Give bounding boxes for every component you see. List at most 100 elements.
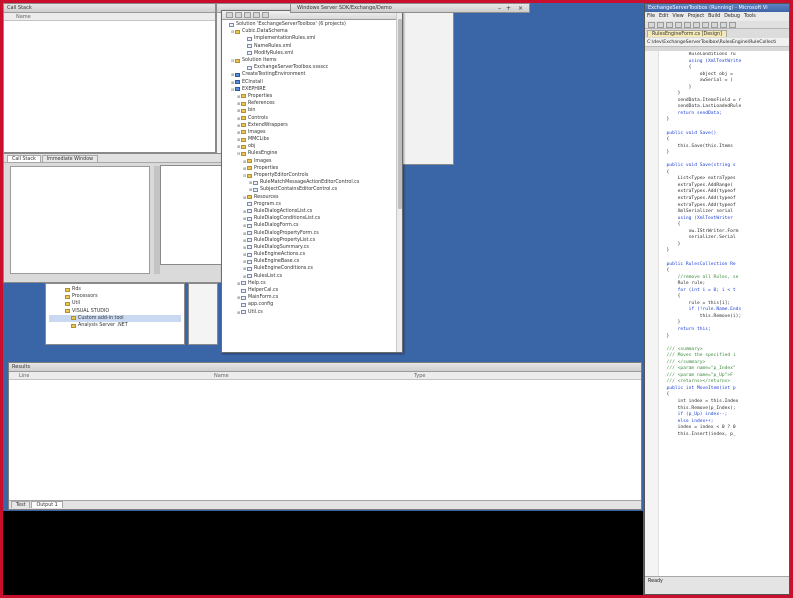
solution-tree-item[interactable]: ⊞ RuleMatchMessageActionEditorControl.cs [225, 179, 399, 186]
solution-tree-item[interactable]: ⊞ References [225, 100, 399, 107]
solution-tree-item[interactable]: ⊞ Properties [225, 165, 399, 172]
object-tree-item[interactable]: Custom add-in tool [49, 314, 181, 322]
vs-path: C:\dev\ExchangeServerToolbox\RulesEngine… [647, 40, 777, 45]
toolbar-open-button[interactable] [657, 22, 664, 28]
solution-tree-item[interactable]: ⊞ RuleEngineActions.cs [225, 251, 399, 258]
toolbar-refresh-button[interactable] [244, 12, 251, 18]
code-gutter [645, 51, 659, 578]
toolbar-save-button[interactable] [666, 22, 673, 28]
tab-call-stack[interactable]: Call Stack [7, 155, 41, 162]
solution-tree-item[interactable]: ⊞ Util.cs [225, 309, 399, 316]
solution-tree-item[interactable]: ⊞ RuleDialogActionsList.cs [225, 208, 399, 215]
toolbar-start-button[interactable] [711, 22, 718, 28]
solution-tree-item-label: Help.cs [248, 280, 266, 286]
solution-tree-item[interactable]: ⊟ EXEPHIRE [225, 86, 399, 93]
file-icon [247, 223, 252, 228]
solution-tree-item[interactable]: ⊞ Images [225, 158, 399, 165]
solution-tree-item[interactable]: ⊞ ExtendWrappers [225, 122, 399, 129]
solution-explorer-scrollbar[interactable] [396, 11, 402, 352]
toolbar-show-all-button[interactable] [235, 12, 242, 18]
toolbar-view-designer-button[interactable] [262, 12, 269, 18]
output-panel-title: Results [9, 363, 641, 372]
object-tree-item[interactable]: Util [49, 300, 181, 307]
solution-tree-item[interactable]: ⊞ CreateTestingEnvironment [225, 71, 399, 78]
designer-surface [160, 165, 225, 265]
minimize-button[interactable]: – [498, 5, 501, 12]
tab-rules-engine-form[interactable]: RulesEngineForm.cs [Design] [647, 30, 727, 37]
close-icon[interactable]: × [518, 5, 523, 12]
solution-tree-item[interactable]: ModifyRules.xml [225, 50, 399, 57]
menu-item[interactable]: Tools [744, 14, 756, 19]
solution-tree-item[interactable]: ⊟ Solution Items [225, 57, 399, 64]
solution-tree-item[interactable]: Solution 'ExchangeServerToolbox' (6 proj… [225, 21, 399, 28]
toolbar-cut-button[interactable] [675, 22, 682, 28]
solution-tree-item[interactable]: app.config [225, 301, 399, 308]
solution-tree-item[interactable]: ⊞ Help.cs [225, 280, 399, 287]
solution-tree-item[interactable]: ⊟ Cubic.DataSchema [225, 28, 399, 35]
tab-immediate-window[interactable]: Immediate Window [41, 155, 99, 162]
solution-tree-item[interactable]: ⊞ RulesList.cs [225, 273, 399, 280]
solution-tree-item-label: ModifyRules.xml [254, 50, 294, 56]
solution-tree-item[interactable]: ⊞ Images [225, 129, 399, 136]
solution-tree-item[interactable]: ⊞ Resources [225, 194, 399, 201]
code-editor[interactable]: RuleConditions ru using (XmlTextWrite { … [645, 51, 789, 578]
left-top-panel-title: Call Stack [4, 4, 215, 13]
object-tree-item[interactable]: Rds [49, 286, 181, 293]
solution-tree-item[interactable]: Program.cs [225, 201, 399, 208]
solution-tree-item[interactable]: ExchangeServerToolbox.vssscc [225, 64, 399, 71]
toolbar-undo-button[interactable] [702, 22, 709, 28]
folder-icon [241, 123, 246, 128]
column-type[interactable]: Type [414, 372, 425, 380]
folder-icon [241, 116, 246, 121]
menu-item[interactable]: Debug [724, 14, 740, 19]
toolbar-stop-button[interactable] [720, 22, 727, 28]
solution-tree-item[interactable]: ⊞ SubjectContainsEditorControl.cs [225, 186, 399, 193]
toolbar-properties-button[interactable] [226, 12, 233, 18]
solution-scroll-thumb[interactable] [398, 19, 402, 209]
solution-tree-item[interactable]: ⊞ RuleDialogForm.cs [225, 222, 399, 229]
toolbar-find-button[interactable] [729, 22, 736, 28]
solution-tree-item[interactable]: ⊞ RuleDialogSummary.cs [225, 244, 399, 251]
solution-tree-item[interactable]: NameRules.xml [225, 43, 399, 50]
menu-item[interactable]: Project [688, 14, 704, 19]
solution-tree-item[interactable]: ⊞ RuleDialogPropertyList.cs [225, 237, 399, 244]
solution-tree-item[interactable]: ⊞ RuleDialogPropertyForm.cs [225, 229, 399, 236]
tab-output[interactable]: Output 1 [31, 501, 63, 508]
solution-tree-item[interactable]: ⊞ MMCLibs [225, 136, 399, 143]
toolbar-view-code-button[interactable] [253, 12, 260, 18]
solution-tree-item[interactable]: ⊞ ECInstall [225, 79, 399, 86]
folder-icon [65, 301, 70, 306]
file-icon [247, 36, 252, 41]
solution-tree-item[interactable]: ⊞ MainForm.cs [225, 294, 399, 301]
menu-item[interactable]: Build [708, 14, 720, 19]
tab-test[interactable]: Test [11, 501, 31, 508]
column-line[interactable]: Line [19, 372, 29, 380]
solution-tree-item[interactable]: ⊞ RuleEngineBase.cs [225, 258, 399, 265]
menu-item[interactable]: View [672, 14, 683, 19]
column-name[interactable]: Name [214, 372, 229, 380]
left-mid-tabstrip: Call Stack Immediate Window [4, 154, 227, 163]
toolbar-new-button[interactable] [648, 22, 655, 28]
project-icon [235, 80, 240, 85]
solution-tree-item[interactable]: ⊞ Controls [225, 114, 399, 121]
solution-tree-item[interactable]: ⊞ Properties [225, 93, 399, 100]
solution-tree-item[interactable]: ⊞ RuleEngineConditions.cs [225, 265, 399, 272]
solution-tree-item[interactable]: ⊞ RuleDialogConditionsList.cs [225, 215, 399, 222]
solution-tree-item-label: RuleEngineBase.cs [254, 259, 300, 265]
solution-tree-item[interactable]: ImplementationRules.xml [225, 35, 399, 42]
solution-tree-item[interactable]: HelperCal.cs [225, 287, 399, 294]
object-tree-item[interactable]: VISUAL STUDIO [49, 308, 181, 315]
object-tree-item[interactable]: Processors [49, 293, 181, 300]
vs-path-bar[interactable]: C:\dev\ExchangeServerToolbox\RulesEngine… [645, 38, 789, 47]
toolbar-paste-button[interactable] [693, 22, 700, 28]
solution-tree-item[interactable]: ⊟ RulesEngine [225, 150, 399, 157]
maximize-button[interactable]: + [506, 5, 511, 12]
solution-tree-item[interactable]: ⊟ PropertyEditorControls [225, 172, 399, 179]
toolbar-copy-button[interactable] [684, 22, 691, 28]
object-tree-item[interactable]: Analysis Server .NET [49, 322, 181, 329]
menu-item[interactable]: Edit [659, 14, 668, 19]
solution-tree-item-label: EXEPHIRE [242, 86, 266, 92]
solution-tree-item[interactable]: ⊞ bin [225, 107, 399, 114]
solution-tree-item[interactable]: ⊞ obj [225, 143, 399, 150]
menu-item[interactable]: File [647, 14, 655, 19]
